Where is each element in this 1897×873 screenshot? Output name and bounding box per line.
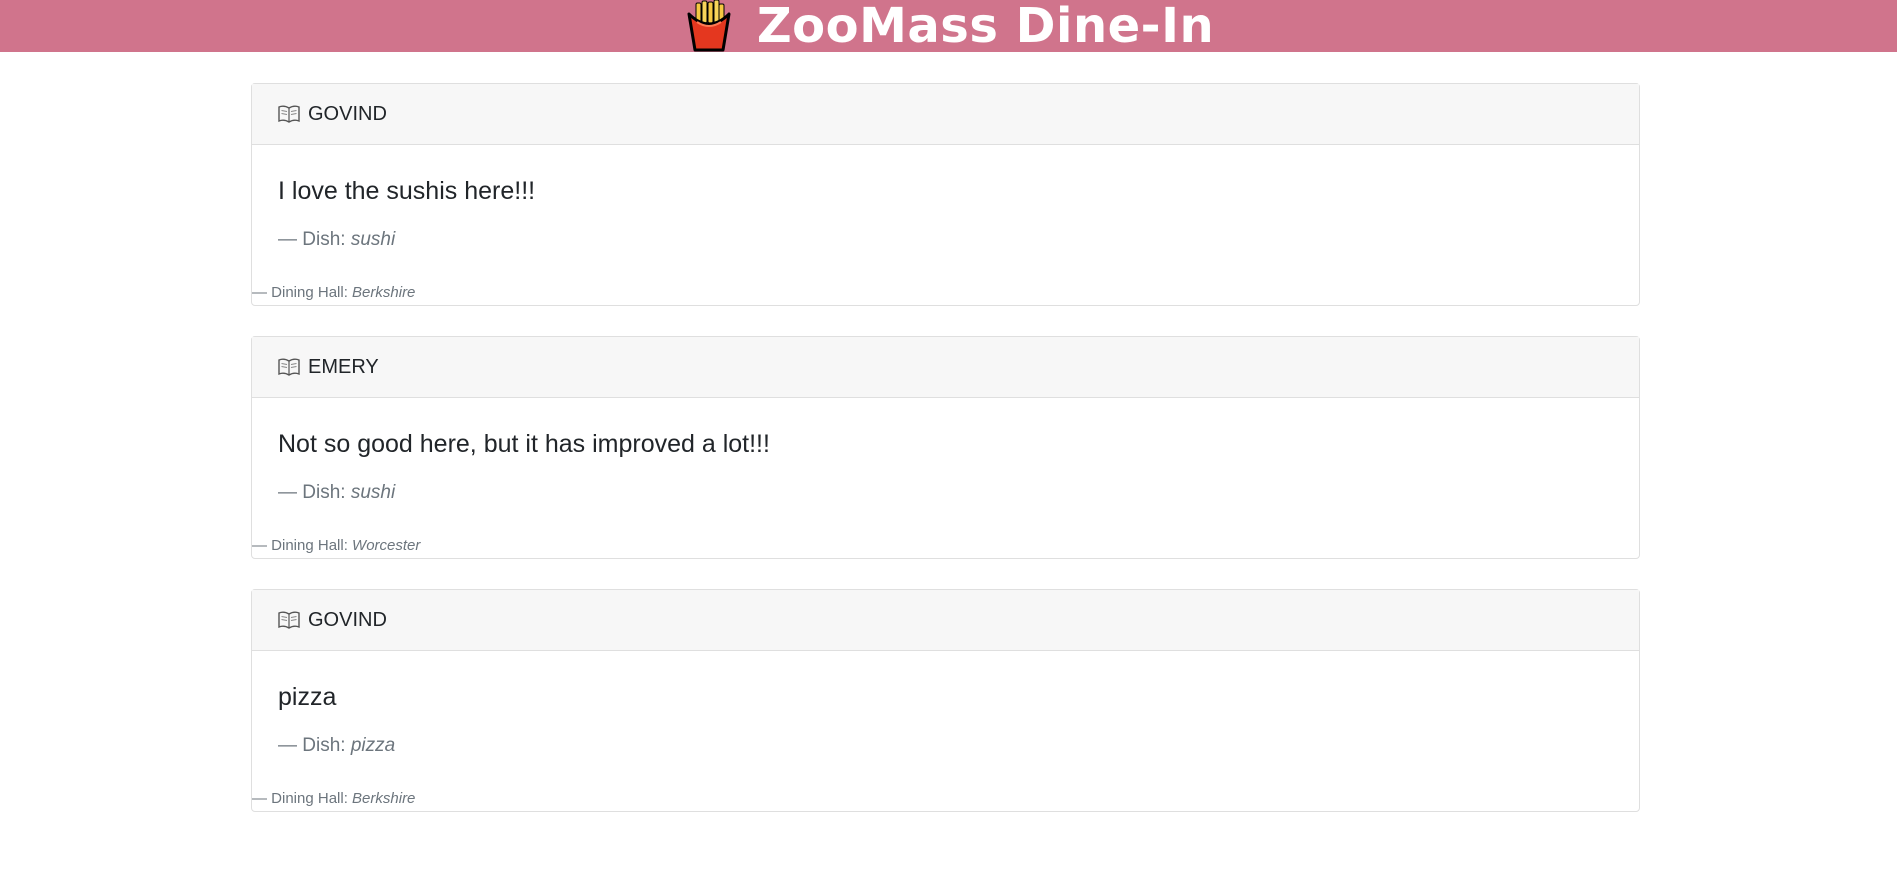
review-dining-hall: — Dining Hall: Worcester [252,537,420,555]
hall-label: — Dining Hall: [252,284,353,301]
app-header: ZooMass Dine-In [0,0,1897,52]
book-icon [278,105,300,123]
review-dining-hall: — Dining Hall: Berkshire [252,284,415,302]
dish-label: — Dish: [278,229,351,250]
review-list: GOVIND I love the sushis here!!! — Dish:… [251,83,1640,842]
review-card: EMERY Not so good here, but it has impro… [251,336,1640,559]
review-dish: — Dish: sushi [278,481,1639,505]
review-author: GOVIND [308,608,387,631]
review-card: GOVIND pizza — Dish: pizza — Dining Hall… [251,589,1640,812]
hall-name: Berkshire [352,284,416,301]
dish-label: — Dish: [278,482,351,503]
dish-name: pizza [350,735,396,756]
review-dining-hall: — Dining Hall: Berkshire [252,790,415,808]
review-text: pizza [278,683,337,711]
fries-icon [683,0,735,52]
review-card-header: EMERY [252,337,1639,398]
review-card-header: GOVIND [252,590,1639,651]
dish-label: — Dish: [278,735,351,756]
review-author: GOVIND [308,102,387,125]
review-card-body: I love the sushis here!!! — Dish: sushi [252,176,1639,252]
app-title: ZooMass Dine-In [756,0,1215,54]
hall-name: Worcester [352,537,421,554]
hall-label: — Dining Hall: [252,537,353,554]
review-dish: — Dish: sushi [278,228,1639,252]
review-author: EMERY [308,355,379,378]
review-text: Not so good here, but it has improved a … [278,430,770,458]
review-card-header: GOVIND [252,84,1639,145]
review-text: I love the sushis here!!! [278,177,536,205]
dish-name: sushi [350,482,396,503]
review-card-body: pizza — Dish: pizza [252,682,1639,758]
dish-name: sushi [350,229,396,250]
brand: ZooMass Dine-In [683,0,1214,52]
book-icon [278,611,300,629]
hall-label: — Dining Hall: [252,790,353,807]
review-card: GOVIND I love the sushis here!!! — Dish:… [251,83,1640,306]
review-dish: — Dish: pizza [278,734,1639,758]
hall-name: Berkshire [352,790,416,807]
book-icon [278,358,300,376]
review-card-body: Not so good here, but it has improved a … [252,429,1639,505]
